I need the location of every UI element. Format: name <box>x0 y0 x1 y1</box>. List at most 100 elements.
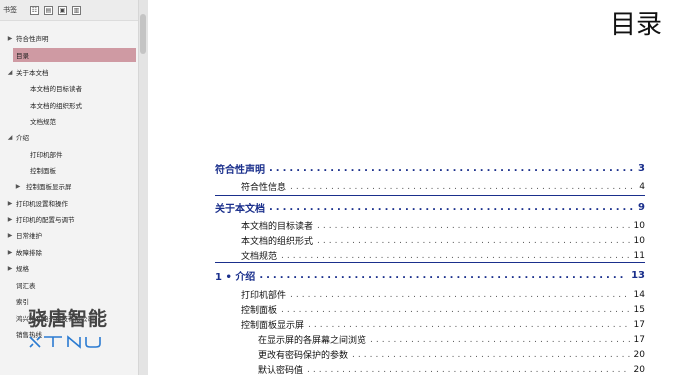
bookmark-item[interactable]: ▶ 规格 <box>0 261 138 275</box>
toc-leader-dots: ........................................… <box>290 289 630 300</box>
chevron-down-icon[interactable]: ◢ <box>6 134 14 141</box>
chevron-right-icon[interactable]: ▶ <box>14 183 22 190</box>
toc-page-number: 11 <box>633 250 645 261</box>
chevron-right-icon[interactable]: ▶ <box>6 232 14 239</box>
toc-entry[interactable]: 本文档的目标读者................................… <box>241 218 645 233</box>
toc-leader-dots: ........................................… <box>308 319 630 330</box>
collapse-icon[interactable]: ▤ <box>44 5 53 15</box>
toc-page-number: 15 <box>633 304 645 315</box>
toc-entry[interactable]: 符合性信息...................................… <box>241 179 645 194</box>
bookmark-item[interactable]: 词汇表 <box>0 278 138 292</box>
chevron-right-icon[interactable]: ▶ <box>6 216 14 223</box>
toc-leader-dots: ........................................… <box>281 304 630 315</box>
document-page: 目录 符合性声明................................… <box>148 0 680 376</box>
chevron-right-icon[interactable]: ▶ <box>6 35 14 42</box>
toc-entry-label: 在显示屏的各屏幕之间浏览 <box>258 336 367 346</box>
toc-entry[interactable]: 控制面板显示屏.................................… <box>241 317 645 332</box>
toc-entry-label: 本文档的组织形式 <box>241 237 314 247</box>
watermark-logo <box>29 335 101 349</box>
page-title: 目录 <box>609 10 662 40</box>
toc-page-number: 10 <box>633 235 645 246</box>
toc-entry-label: 本文档的目标读者 <box>241 222 314 232</box>
bookmark-item[interactable]: 控制面板 <box>0 163 138 177</box>
chevron-down-icon[interactable]: ◢ <box>6 69 14 76</box>
toc-leader-dots: ........................................… <box>317 220 630 231</box>
toc-page-number: 17 <box>633 319 645 330</box>
toc-entry-label: 控制面板显示屏 <box>241 321 305 331</box>
bookmark-label: 控制面板 <box>30 167 56 175</box>
bookmarks-scrollbar[interactable] <box>138 0 148 375</box>
bookmark-item[interactable]: 打印机部件 <box>0 147 138 161</box>
toc-page-number: 20 <box>633 349 645 360</box>
toc-leader-dots: ........................................… <box>259 270 627 281</box>
toc-page-number: 10 <box>633 220 645 231</box>
bookmark-label: 索引 <box>16 298 29 306</box>
toc-page-number: 20 <box>633 364 645 375</box>
toc-entry[interactable]: 文档规范....................................… <box>241 248 645 263</box>
toc-leader-dots: ........................................… <box>317 235 630 246</box>
bookmark-label: 打印机部件 <box>30 151 63 159</box>
bookmark-label: 控制面板显示屏 <box>26 183 72 191</box>
toc-entry[interactable]: 本文档的组织形式................................… <box>241 233 645 248</box>
toc-leader-dots: ........................................… <box>307 364 630 375</box>
bookmark-item[interactable]: ▶ 打印机的配置与调节 <box>0 212 138 226</box>
bookmark-label: 文档规范 <box>30 118 56 126</box>
toc-leader-dots: ........................................… <box>352 349 630 360</box>
chevron-right-icon[interactable]: ▶ <box>6 265 14 272</box>
toc-page-number: 14 <box>633 289 645 300</box>
bookmark-label: 目录 <box>16 52 29 60</box>
toc-leader-dots: ........................................… <box>269 163 634 174</box>
chevron-right-icon[interactable]: ▶ <box>6 200 14 207</box>
bookmark-item[interactable]: ▶ 符合性声明 <box>0 31 138 45</box>
toc-entry-label: 关于本文档 <box>215 204 265 215</box>
expand-all-icon[interactable]: ☷ <box>30 5 39 15</box>
bookmark-item[interactable]: 文档规范 <box>0 114 138 128</box>
toc-entry-label: 符合性信息 <box>241 183 287 193</box>
bookmark-label: 介绍 <box>16 134 29 142</box>
toc-entry-label: 1 • 介绍 <box>215 272 256 283</box>
toc-leader-dots: ........................................… <box>290 181 636 192</box>
options-icon[interactable]: ▥ <box>72 5 81 15</box>
watermark-text: 骁唐智能 <box>28 308 109 330</box>
watermark: 骁唐智能 <box>28 304 108 353</box>
bookmark-item[interactable]: ◢ 介绍 <box>0 130 138 144</box>
toc-page-number: 17 <box>633 334 645 345</box>
toc-divider <box>215 195 645 196</box>
toc-page-number: 13 <box>631 270 645 281</box>
bookmark-item[interactable]: 本文档的组织形式 <box>0 98 138 112</box>
toc-page-number: 4 <box>639 181 645 192</box>
bookmarks-title: 书签 <box>3 6 17 14</box>
toc-leader-dots: ........................................… <box>281 250 630 261</box>
bookmark-item[interactable]: ▶ 日常维护 <box>0 228 138 242</box>
bookmark-item[interactable]: ▶ 故障排除 <box>0 245 138 259</box>
toc-entry-label: 打印机部件 <box>241 291 287 301</box>
bookmark-item[interactable]: 本文档的目标读者 <box>0 81 138 95</box>
bookmark-item[interactable]: ▶ 控制面板显示屏 <box>0 179 138 193</box>
toc-entry-label: 更改有密码保护的参数 <box>258 351 349 361</box>
toc-entry[interactable]: 符合性声明...................................… <box>215 161 645 176</box>
toc-entry[interactable]: 1 • 介绍..................................… <box>215 268 645 283</box>
toc-entry[interactable]: 控制面板....................................… <box>241 302 645 317</box>
toc-entry-label: 符合性声明 <box>215 165 265 176</box>
toc-page-number: 9 <box>638 202 645 213</box>
bookmark-label: 本文档的目标读者 <box>30 85 82 93</box>
toc-entry-label: 文档规范 <box>241 252 278 262</box>
bookmark-add-icon[interactable]: ▣ <box>58 5 67 15</box>
toc-page-number: 3 <box>638 163 645 174</box>
toc-entry-label: 默认密码值 <box>258 366 304 376</box>
bookmark-label: 本文档的组织形式 <box>30 102 82 110</box>
toc-leader-dots: ........................................… <box>370 334 630 345</box>
toc-entry[interactable]: 关于本文档...................................… <box>215 200 645 215</box>
toc-entry[interactable]: 在显示屏的各屏幕之间浏览............................… <box>258 332 645 347</box>
chevron-right-icon[interactable]: ▶ <box>6 249 14 256</box>
toc-entry[interactable]: 打印机部件...................................… <box>241 287 645 302</box>
bookmark-label: 词汇表 <box>16 282 36 290</box>
bookmark-item[interactable]: 目录 <box>13 48 136 62</box>
toc-entry[interactable]: 更改有密码保护的参数..............................… <box>258 347 645 362</box>
bookmarks-toolbar: 书签 ☷ ▤ ▣ ▥ <box>0 0 138 21</box>
toc-leader-dots: ........................................… <box>269 202 634 213</box>
scrollbar-thumb[interactable] <box>140 14 146 54</box>
bookmark-item[interactable]: ▶ 打印机设置和操作 <box>0 196 138 210</box>
bookmark-item[interactable]: ◢ 关于本文档 <box>0 65 138 79</box>
bookmark-label: 规格 <box>16 265 29 273</box>
